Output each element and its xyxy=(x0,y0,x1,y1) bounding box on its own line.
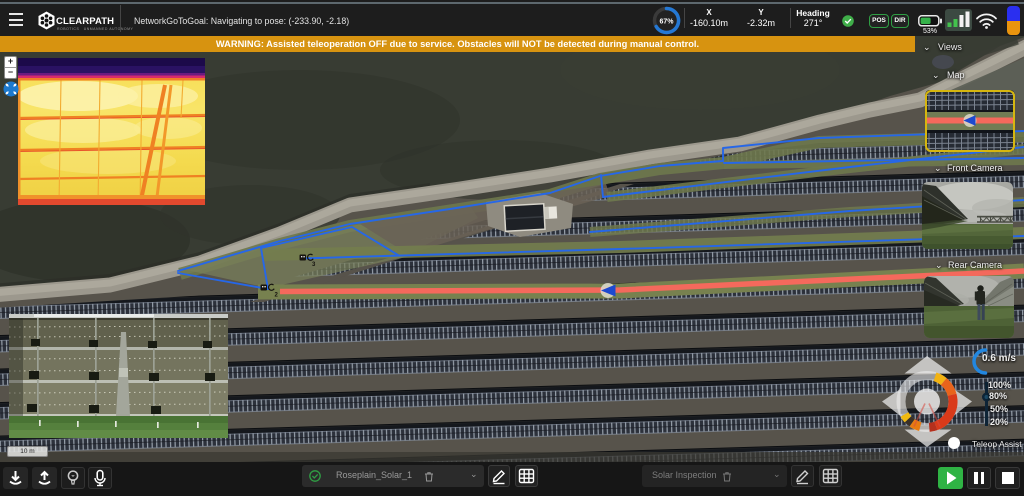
svg-text:67%: 67% xyxy=(659,19,674,26)
